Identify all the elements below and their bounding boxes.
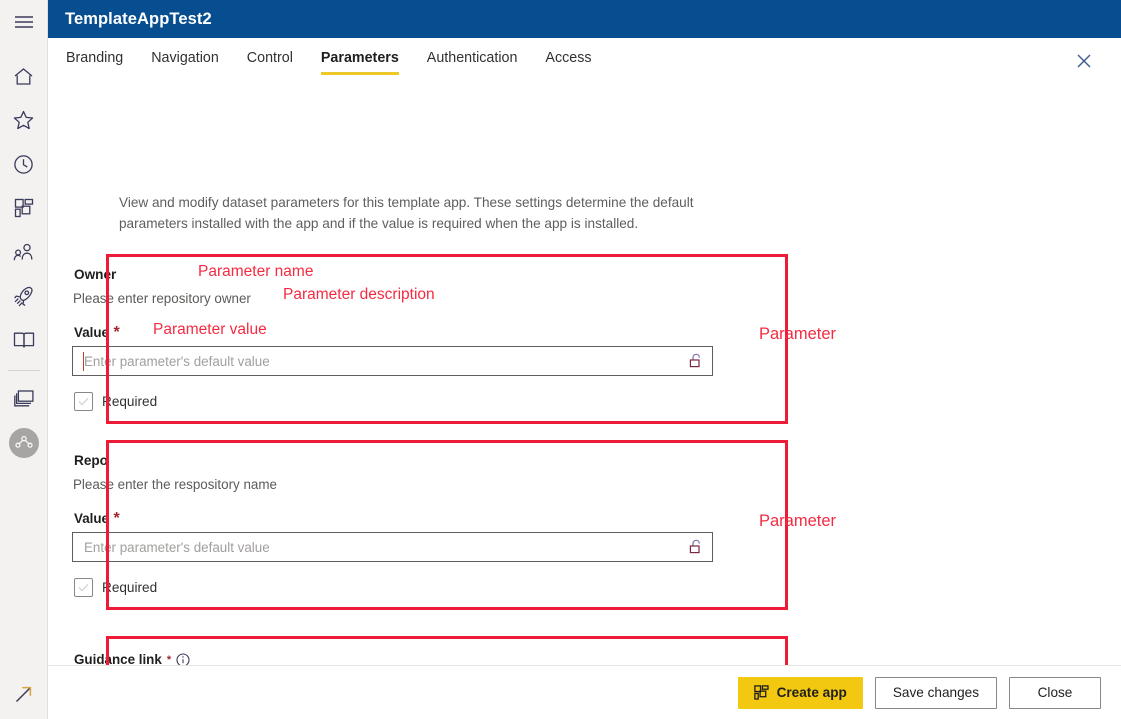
create-app-button[interactable]: Create app [737,676,863,709]
footer-action-bar: Create app Save changes Close [48,665,1121,719]
parameter-value-input-owner[interactable]: Enter parameter's default value [72,346,713,376]
tab-access[interactable]: Access [545,50,591,75]
deployment-rocket-icon[interactable] [0,274,48,318]
close-button[interactable]: Close [1009,676,1101,709]
unlock-icon[interactable] [689,353,712,369]
tab-branding[interactable]: Branding [66,50,123,75]
required-checkbox-row-repo[interactable]: Required [74,578,157,597]
favorites-star-icon[interactable] [0,98,48,142]
required-checkbox-row-owner[interactable]: Required [74,392,157,411]
parameter-description: Please enter the respository name [73,477,277,492]
required-checkbox[interactable] [74,392,93,411]
value-label: Value [74,511,109,526]
left-nav-rail [0,0,48,719]
recent-clock-icon[interactable] [0,142,48,186]
tab-navigation[interactable]: Navigation [151,50,219,75]
window-title: TemplateAppTest2 [65,9,212,28]
parameter-value-placeholder: Enter parameter's default value [84,539,270,555]
tab-bar: Branding Navigation Control Parameters A… [48,38,1121,81]
text-caret [83,352,84,371]
annotation-parameter-name: Parameter name [198,263,314,280]
value-label: Value [74,325,109,340]
avatar [8,428,39,458]
required-asterisk: * [113,324,120,341]
annotation-parameter-description: Parameter description [283,286,435,303]
main-pane: TemplateAppTest2 Branding Navigation Con… [48,0,1121,719]
intro-description: View and modify dataset parameters for t… [119,195,694,231]
hamburger-menu-icon[interactable] [0,0,48,44]
current-workspace-avatar[interactable] [0,421,48,465]
unlock-icon[interactable] [689,539,712,555]
parameter-value-placeholder: Enter parameter's default value [84,353,270,369]
tab-parameters[interactable]: Parameters [320,50,399,75]
annotation-parameter-1: Parameter [759,325,837,343]
required-checkbox[interactable] [74,578,93,597]
app-grid-icon [753,685,769,700]
parameter-name-label: Repo [74,453,108,468]
window-titlebar: TemplateAppTest2 [48,0,1121,38]
required-asterisk: * [113,510,120,527]
rail-divider [7,370,40,371]
parameter-name-label: Owner [74,267,117,282]
shared-people-icon[interactable] [0,230,48,274]
learn-book-icon[interactable] [0,318,48,362]
app-window: TemplateAppTest2 Branding Navigation Con… [0,0,1121,719]
create-app-label: Create app [776,685,847,700]
workspaces-stack-icon[interactable] [0,377,48,421]
required-asterisk: * [166,653,172,666]
close-icon[interactable] [1069,46,1099,76]
parameter-card-repo: Repo Please enter the respository name V… [60,440,744,610]
home-icon[interactable] [0,54,48,98]
settings-body: View and modify dataset parameters for t… [48,81,1121,719]
apps-grid-icon[interactable] [0,186,48,230]
tab-control[interactable]: Control [247,50,293,75]
save-changes-button[interactable]: Save changes [874,676,997,709]
required-checkbox-label: Required [102,394,158,409]
annotation-parameter-value: Parameter value [153,321,267,338]
expand-arrow-icon[interactable] [0,673,48,715]
required-checkbox-label: Required [102,580,158,595]
parameter-value-input-repo[interactable]: Enter parameter's default value [72,532,713,562]
parameter-card-owner: Owner Please enter repository owner Valu… [60,254,744,424]
parameter-description: Please enter repository owner [73,291,251,306]
tab-authentication[interactable]: Authentication [427,50,518,75]
annotation-parameter-2: Parameter [759,512,837,530]
